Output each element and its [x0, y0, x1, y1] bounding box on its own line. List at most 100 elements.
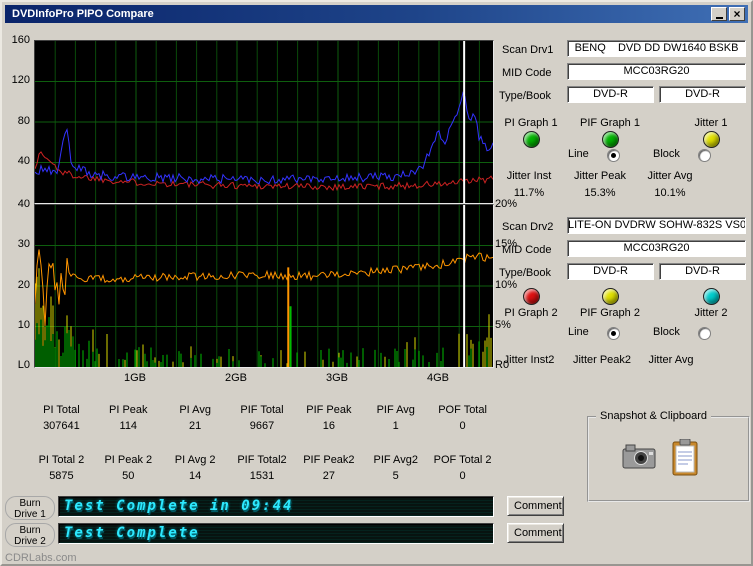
mid-code1-field[interactable]: MCC03RG20 [567, 63, 746, 80]
stat-label: PIF Avg2 [373, 454, 418, 466]
g2-ylabel-left: 20 [17, 279, 30, 291]
burn-drive1-label: Burn Drive 1 [5, 496, 55, 520]
jitter-avg1-value: 10.1% [654, 187, 686, 199]
pif-jitter-graph[interactable] [34, 204, 494, 368]
jitter-avg1-label: Jitter Avg [647, 170, 693, 182]
jitter-inst2: Jitter Inst2 [496, 354, 562, 383]
jitter1-toggle[interactable]: Jitter 1 [682, 117, 740, 148]
scan-drv2-field[interactable]: LITE-ON DVDRW SOHW-832S VS0 [567, 217, 746, 234]
stats-row-2: PI Total 2 5875 PI Peak 2 50 PI Avg 2 14 PI… [28, 454, 496, 482]
burn1-line2: Drive 1 [14, 509, 46, 520]
burn1-line1: Burn [19, 498, 41, 509]
close-button[interactable]: × [729, 7, 745, 21]
pi-graph2-label: PI Graph 2 [504, 307, 558, 319]
snapshot-button[interactable] [622, 443, 656, 473]
block1-radio[interactable] [698, 149, 711, 162]
g1-ylabel: 40 [17, 155, 30, 167]
pif-graph2-label: PIF Graph 2 [580, 307, 640, 319]
stat-pof-total: POF Total 0 [429, 404, 496, 432]
stats-row-1: PI Total 307641 PI Peak 114 PI Avg 21 PIF T… [28, 404, 496, 432]
comment1-button[interactable]: Comment [507, 496, 564, 516]
jitter2-toggle[interactable]: Jitter 2 [682, 288, 740, 319]
block1-label: Block [653, 148, 680, 160]
stat-pif-total-2: PIF Total2 1531 [229, 454, 296, 482]
stat-pif-peak-2: PIF Peak2 27 [295, 454, 362, 482]
close-icon: × [733, 7, 741, 21]
led-text-1: Test Complete in 09:44 [64, 498, 294, 514]
pif-graph1-toggle[interactable]: PIF Graph 1 [576, 117, 644, 148]
stat-label: PI Total [43, 404, 80, 416]
pif-graph2-led-icon[interactable] [601, 288, 619, 305]
stat-value: 114 [119, 420, 138, 432]
stat-label: POF Total 2 [433, 454, 492, 466]
line2-radio[interactable] [607, 327, 620, 340]
stat-value: 307641 [43, 420, 80, 432]
burn2-line2: Drive 2 [14, 536, 46, 547]
minimize-button[interactable] [711, 7, 727, 21]
g1-ylabel: 160 [11, 34, 30, 46]
stat-value: 50 [122, 470, 135, 482]
mid-code2-field[interactable]: MCC03RG20 [567, 240, 746, 257]
jitter2-led-icon[interactable] [702, 288, 720, 305]
minimize-icon [715, 17, 723, 19]
pif-graph1-led-icon[interactable] [601, 131, 619, 148]
stat-value: 5875 [49, 470, 74, 482]
stat-pif-total: PIF Total 9667 [229, 404, 296, 432]
block2-label: Block [653, 326, 680, 338]
block2-radio[interactable] [698, 327, 711, 340]
pi-graph1-toggle[interactable]: PI Graph 1 [499, 117, 563, 148]
pi-graph1-led-icon[interactable] [522, 131, 540, 148]
jitter-peak2: Jitter Peak2 [568, 354, 636, 383]
stat-value: 1 [392, 420, 399, 432]
jitter-peak1-label: Jitter Peak [574, 170, 626, 182]
stat-pof-total-2: POF Total 2 0 [429, 454, 496, 482]
stat-label: PIF Total2 [237, 454, 287, 466]
jitter-avg2-label: Jitter Avg [648, 354, 694, 366]
stat-value: 0 [459, 470, 466, 482]
stat-label: PIF Peak2 [303, 454, 355, 466]
pi-graph1-label: PI Graph 1 [504, 117, 558, 129]
book2-field[interactable]: DVD-R [659, 263, 746, 280]
comment2-button[interactable]: Comment [507, 523, 564, 543]
stat-label: PIF Total [240, 404, 284, 416]
scan-drv2-label: Scan Drv2 [502, 221, 554, 233]
pif-graph2-toggle[interactable]: PIF Graph 2 [576, 288, 644, 319]
title-bar[interactable]: DVDInfoPro PIPO Compare × [5, 5, 748, 23]
stat-pi-avg-2: PI Avg 2 14 [162, 454, 229, 482]
type1-field[interactable]: DVD-R [567, 86, 654, 103]
stat-pi-total-2: PI Total 2 5875 [28, 454, 95, 482]
stat-value: 0 [459, 420, 466, 432]
jitter1-label: Jitter 1 [694, 117, 728, 129]
stat-label: PI Total 2 [38, 454, 85, 466]
copy-to-clipboard-button[interactable] [672, 438, 698, 480]
stat-label: PI Peak [109, 404, 148, 416]
pi-compare-graph[interactable] [34, 40, 494, 204]
app-window: DVDInfoPro PIPO Compare × 160 120 80 40 … [0, 0, 753, 566]
pi-graph2-led-icon[interactable] [522, 288, 540, 305]
stat-pi-avg: PI Avg 21 [162, 404, 229, 432]
watermark: CDRLabs.com [5, 552, 77, 564]
stat-pi-peak-2: PI Peak 2 50 [95, 454, 162, 482]
type2-field[interactable]: DVD-R [567, 263, 654, 280]
g2-ylabel-left: 40 [17, 198, 30, 210]
stat-value: 16 [322, 420, 335, 432]
line1-radio[interactable] [607, 149, 620, 162]
stat-value: 21 [189, 420, 202, 432]
jitter1-led-icon[interactable] [702, 131, 720, 148]
g2-ylabel-left: 10 [17, 319, 30, 331]
jitter-inst2-label: Jitter Inst2 [503, 354, 555, 366]
stat-pif-avg: PIF Avg 1 [362, 404, 429, 432]
scan-drv1-field[interactable]: BENQ DVD DD DW1640 BSKB [567, 40, 746, 57]
stat-pif-avg-2: PIF Avg2 5 [362, 454, 429, 482]
line2-label: Line [568, 326, 589, 338]
stat-pi-peak: PI Peak 114 [95, 404, 162, 432]
snapshot-groupbox [587, 416, 750, 502]
stat-label: PIF Avg [376, 404, 415, 416]
jitter-avg1: Jitter Avg 10.1% [640, 170, 700, 199]
jitter-avg2: Jitter Avg [642, 354, 700, 383]
pi-graph2-toggle[interactable]: PI Graph 2 [499, 288, 563, 319]
jitter-peak1: Jitter Peak 15.3% [568, 170, 632, 199]
book1-field[interactable]: DVD-R [659, 86, 746, 103]
x-axis-label: 3GB [325, 372, 348, 384]
stat-value: 1531 [249, 470, 275, 482]
